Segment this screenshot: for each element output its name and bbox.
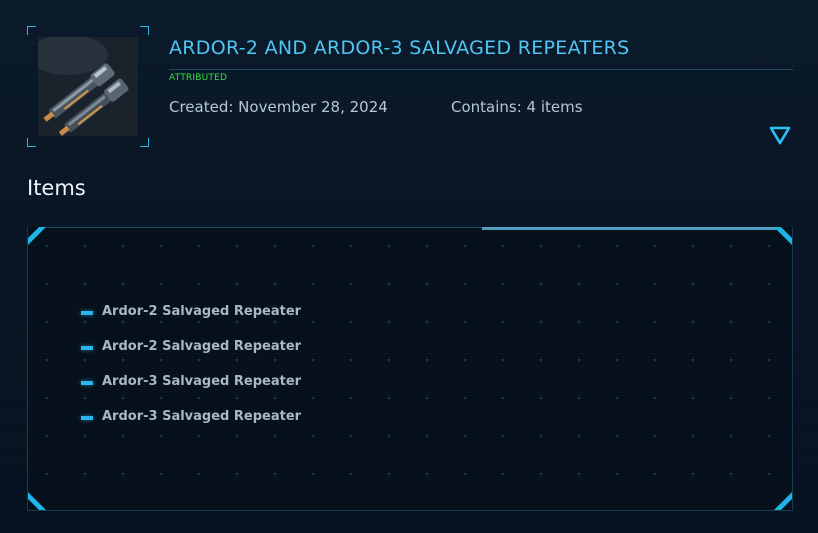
page: ARDOR-2 AND ARDOR-3 SALVAGED REPEATERS A… (0, 0, 818, 533)
panel-corner-inner (28, 499, 39, 510)
panel-corner-inner (28, 227, 39, 238)
frame-corner (27, 26, 36, 35)
list-item[interactable]: Ardor-2 Salvaged Repeater (81, 338, 301, 373)
item-label: Ardor-3 Salvaged Repeater (102, 409, 302, 424)
title-divider (169, 69, 793, 70)
list-item[interactable]: Ardor-2 Salvaged Repeater (81, 303, 301, 338)
items-list: Ardor-2 Salvaged Repeater Ardor-2 Salvag… (81, 303, 301, 443)
thumbnail-frame (27, 26, 149, 147)
panel-corner-inner (781, 499, 792, 510)
frame-corner (140, 26, 149, 35)
bullet-icon (81, 311, 93, 315)
page-title: ARDOR-2 AND ARDOR-3 SALVAGED REPEATERS (169, 37, 630, 59)
frame-corner (140, 138, 149, 147)
repeater-weapons-image (38, 37, 138, 136)
panel-accent-bar (482, 227, 782, 230)
triangle-down-icon (769, 126, 791, 145)
list-item[interactable]: Ardor-3 Salvaged Repeater (81, 408, 301, 443)
bullet-icon (81, 381, 93, 385)
bullet-icon (81, 416, 93, 420)
item-label: Ardor-2 Salvaged Repeater (102, 339, 302, 354)
item-count: Contains: 4 items (451, 98, 583, 116)
panel-corner-inner (781, 227, 792, 238)
expand-toggle-button[interactable] (768, 124, 792, 146)
items-panel: Ardor-2 Salvaged Repeater Ardor-2 Salvag… (27, 227, 793, 511)
created-date: Created: November 28, 2024 (169, 98, 388, 116)
weapon-thumbnail (38, 37, 138, 136)
bullet-icon (81, 346, 93, 350)
item-label: Ardor-2 Salvaged Repeater (102, 304, 302, 319)
status-badge: ATTRIBUTED (169, 73, 228, 83)
list-item[interactable]: Ardor-3 Salvaged Repeater (81, 373, 301, 408)
frame-corner (27, 138, 36, 147)
items-heading: Items (27, 176, 86, 200)
item-label: Ardor-3 Salvaged Repeater (102, 374, 302, 389)
